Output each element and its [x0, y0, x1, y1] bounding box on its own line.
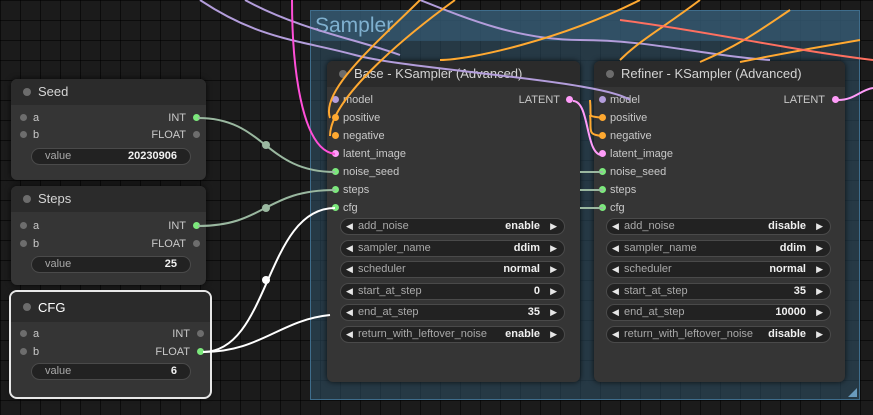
wire-refiner-latent-out	[837, 87, 873, 101]
wire-base-latent-to-refiner	[572, 100, 603, 156]
wire-model-link	[199, 0, 631, 101]
wire-midpoint	[262, 204, 270, 212]
wire-model-link	[419, 0, 771, 61]
wire-midpoint	[262, 141, 270, 149]
wire-latent-link	[619, 19, 873, 61]
wire-midpoint	[262, 276, 270, 284]
wire-refiner-model	[589, 99, 604, 119]
connection-wires	[197, 0, 873, 353]
wire-conditioning-link	[439, 0, 641, 61]
wire-conditioning-link	[739, 39, 861, 63]
